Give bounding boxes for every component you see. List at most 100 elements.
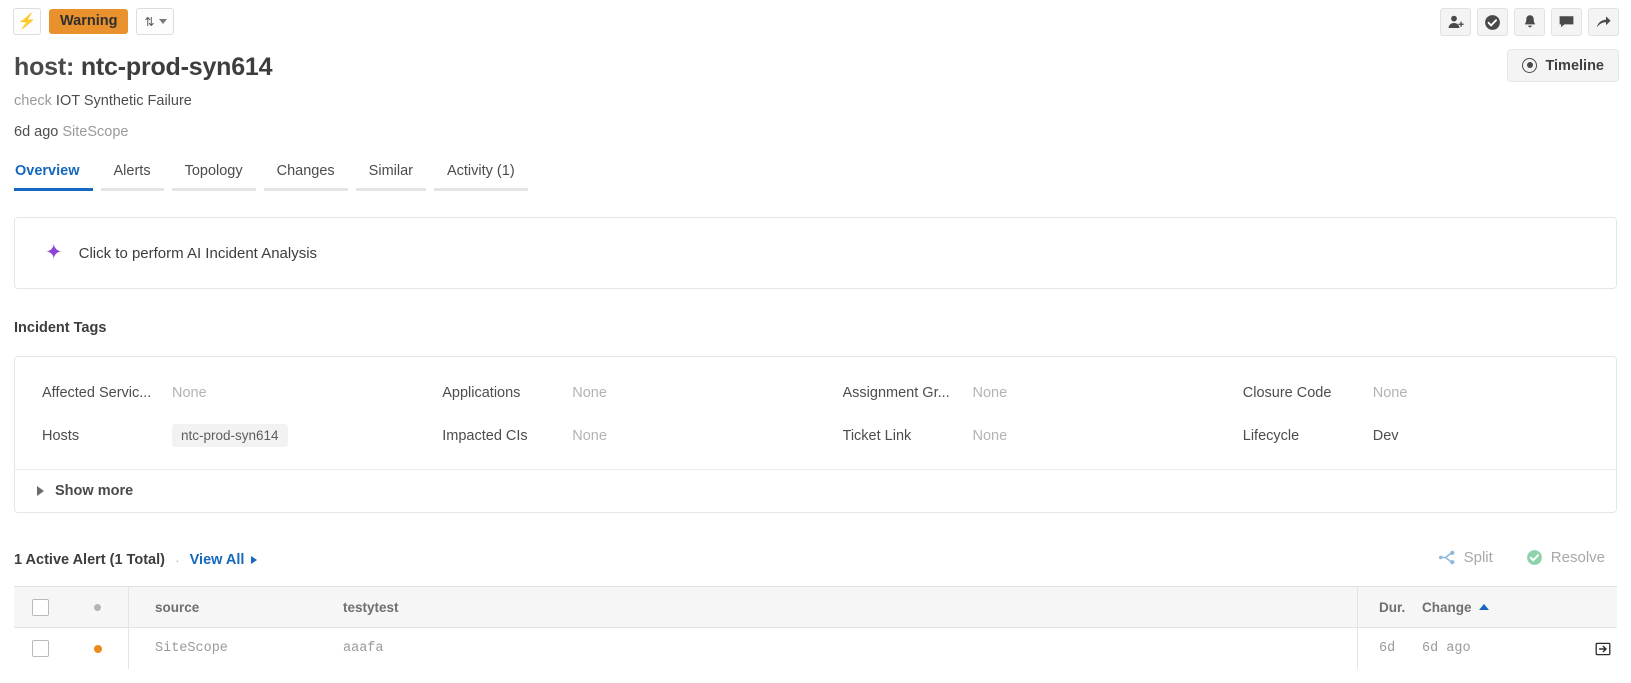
timeline-button-label: Timeline <box>1545 58 1604 74</box>
tag-affected-services: Affected Servic... None <box>15 371 415 414</box>
alert-actions-group: Split Resolve <box>1427 542 1617 572</box>
top-toolbar: ⚡ Warning ⇅ <box>0 0 1631 44</box>
select-all-cell[interactable] <box>14 599 67 616</box>
lightning-bolt-icon[interactable]: ⚡ <box>13 8 41 35</box>
split-button[interactable]: Split <box>1427 542 1505 572</box>
tag-value-chip[interactable]: ntc-prod-syn614 <box>172 424 288 447</box>
tag-key: Applications <box>442 385 572 401</box>
tag-value: None <box>973 385 1008 401</box>
tag-value: Dev <box>1373 428 1399 444</box>
share-button[interactable] <box>1588 8 1619 36</box>
row-name: aaafa <box>343 641 1357 656</box>
tag-lifecycle: Lifecycle Dev <box>1216 414 1616 457</box>
tag-key: Impacted CIs <box>442 428 572 444</box>
sparkle-ai-icon: ✦ <box>45 242 63 263</box>
check-circle-icon <box>1484 14 1501 31</box>
tab-alerts[interactable]: Alerts <box>101 159 164 191</box>
row-source: SiteScope <box>129 641 343 656</box>
tag-value: None <box>973 428 1008 444</box>
meta-line: 6d ago SiteScope <box>14 124 1617 141</box>
tag-value: None <box>172 385 207 401</box>
row-duration: 6d <box>1357 628 1422 669</box>
incident-header: host: ntc-prod-syn614 check IOT Syntheti… <box>0 44 1631 141</box>
row-select-cell[interactable] <box>14 640 67 657</box>
alerts-table: source testytest Dur. Change SiteScope a… <box>14 586 1617 669</box>
page-title-value: ntc-prod-syn614 <box>81 53 272 81</box>
page-title: host: ntc-prod-syn614 <box>14 52 1617 83</box>
incident-tags-card: Affected Servic... None Applications Non… <box>14 356 1617 513</box>
bell-icon <box>1522 14 1538 30</box>
tag-key: Ticket Link <box>843 428 973 444</box>
tab-bar: Overview Alerts Topology Changes Similar… <box>14 159 1617 191</box>
check-line: check IOT Synthetic Failure <box>14 93 1617 110</box>
tab-changes[interactable]: Changes <box>264 159 348 191</box>
tag-ticket-link: Ticket Link None <box>816 414 1216 457</box>
active-alert-count: 1 Active Alert (1 Total) <box>14 552 165 568</box>
resolve-button-label: Resolve <box>1551 549 1605 566</box>
severity-dot-icon <box>94 645 102 653</box>
toolbar-right-group <box>1440 8 1619 36</box>
column-header-name[interactable]: testytest <box>343 600 1357 615</box>
tab-overview[interactable]: Overview <box>14 159 93 191</box>
user-add-icon <box>1448 14 1464 30</box>
separator-dot: · <box>175 552 180 568</box>
severity-dot-icon <box>94 604 101 611</box>
show-more-label: Show more <box>55 483 133 499</box>
page-title-label: host: <box>14 53 74 81</box>
column-header-change-label: Change <box>1422 600 1472 615</box>
split-branch-icon <box>1439 550 1456 565</box>
sort-order-dropdown[interactable]: ⇅ <box>136 8 174 35</box>
tag-closure-code: Closure Code None <box>1216 371 1616 414</box>
comment-icon <box>1558 14 1575 30</box>
tab-similar[interactable]: Similar <box>356 159 426 191</box>
tag-key: Hosts <box>42 428 172 444</box>
assign-user-button[interactable] <box>1440 8 1471 36</box>
check-value: IOT Synthetic Failure <box>56 93 192 109</box>
notifications-button[interactable] <box>1514 8 1545 36</box>
checkbox-icon[interactable] <box>32 640 49 657</box>
column-header-source[interactable]: source <box>129 600 343 615</box>
tag-key: Closure Code <box>1243 385 1373 401</box>
ai-incident-analysis-banner[interactable]: ✦ Click to perform AI Incident Analysis <box>14 217 1617 289</box>
chevron-right-icon <box>251 556 257 564</box>
tag-applications: Applications None <box>415 371 815 414</box>
active-alerts-bar: 1 Active Alert (1 Total) · View All Spli… <box>14 546 1617 574</box>
incident-tags-grid: Affected Servic... None Applications Non… <box>15 357 1616 469</box>
split-button-label: Split <box>1464 549 1493 566</box>
tab-activity[interactable]: Activity (1) <box>434 159 528 191</box>
ai-banner-label: Click to perform AI Incident Analysis <box>79 245 317 262</box>
severity-column-header[interactable] <box>67 587 129 628</box>
column-header-change[interactable]: Change <box>1422 600 1557 615</box>
time-ago: 6d ago <box>14 124 58 140</box>
status-badge[interactable]: Warning <box>49 9 128 35</box>
check-circle-icon <box>1526 549 1543 566</box>
tag-key: Assignment Gr... <box>843 385 973 401</box>
source-name: SiteScope <box>62 124 128 140</box>
tag-value: None <box>1373 385 1408 401</box>
tag-key: Lifecycle <box>1243 428 1373 444</box>
column-header-duration[interactable]: Dur. <box>1357 587 1422 628</box>
comment-button[interactable] <box>1551 8 1582 36</box>
view-all-link[interactable]: View All <box>190 552 258 568</box>
timeline-button[interactable]: Timeline <box>1507 49 1619 82</box>
show-more-button[interactable]: Show more <box>15 469 1616 512</box>
checkbox-icon[interactable] <box>32 599 49 616</box>
incident-tags-title: Incident Tags <box>14 320 1617 336</box>
view-all-label: View All <box>190 552 245 568</box>
open-in-new-icon <box>1595 641 1611 657</box>
acknowledge-button[interactable] <box>1477 8 1508 36</box>
tag-assignment-group: Assignment Gr... None <box>816 371 1216 414</box>
sort-updown-icon: ⇅ <box>144 15 154 29</box>
chevron-down-icon <box>159 19 167 24</box>
row-open-action[interactable] <box>1557 641 1617 657</box>
tag-value: None <box>572 428 607 444</box>
row-severity-cell <box>67 628 129 669</box>
check-label: check <box>14 93 52 109</box>
bolt-glyph: ⚡ <box>18 14 37 29</box>
tag-value: None <box>572 385 607 401</box>
tag-hosts: Hosts ntc-prod-syn614 <box>15 414 415 457</box>
tab-topology[interactable]: Topology <box>172 159 256 191</box>
table-row[interactable]: SiteScope aaafa 6d 6d ago <box>14 628 1617 669</box>
resolve-button[interactable]: Resolve <box>1514 542 1617 572</box>
share-arrow-icon <box>1595 14 1612 30</box>
